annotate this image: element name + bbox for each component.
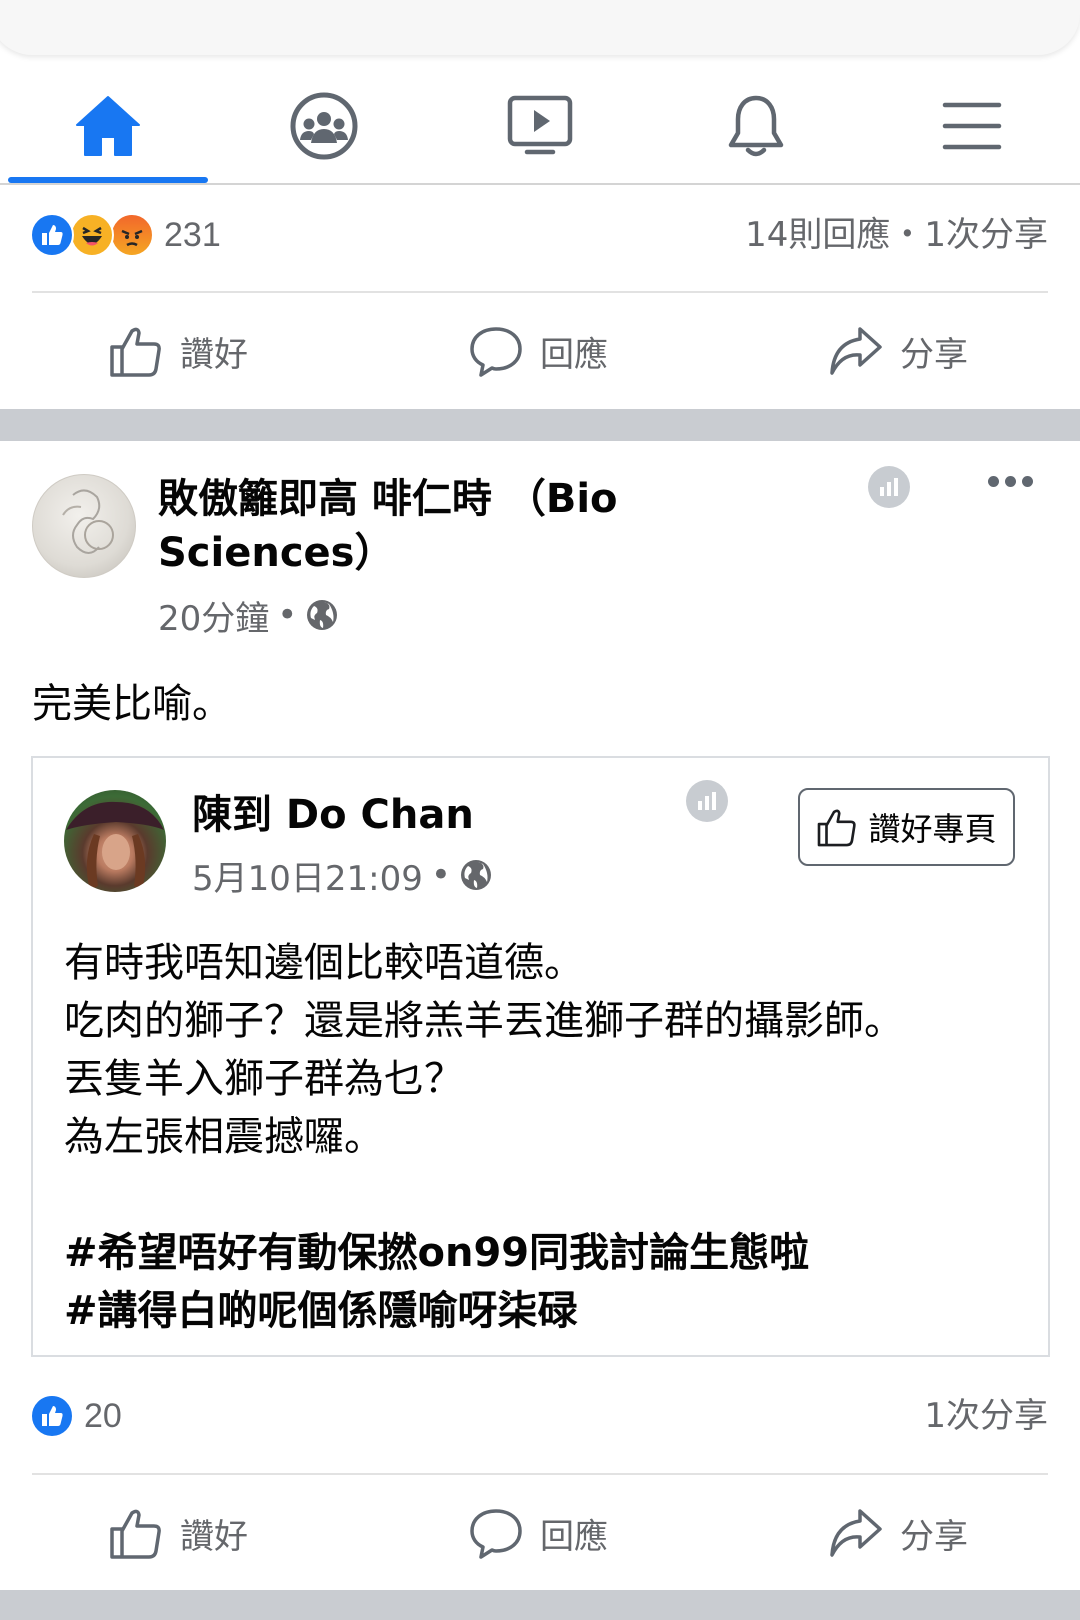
- globe-icon: [307, 600, 338, 630]
- avatar[interactable]: [32, 474, 136, 578]
- comment-button[interactable]: 回應: [468, 296, 608, 406]
- shared-post-meta: 5月10日21:09 •: [192, 850, 493, 900]
- main-nav: [0, 70, 1080, 182]
- divider: [32, 1473, 1048, 1475]
- search-sheet: facebook: [0, 0, 1080, 55]
- post-text: 完美比喻。: [32, 681, 232, 727]
- shares-count[interactable]: 1次分享: [924, 1394, 1048, 1438]
- shared-post-author[interactable]: 陳到 Do Chan: [192, 788, 632, 842]
- thumbs-up-icon: [110, 1509, 161, 1559]
- angry-reaction-icon: [110, 213, 154, 257]
- feed-separator: [0, 409, 1080, 441]
- like-page-button[interactable]: 讚好專頁: [798, 788, 1015, 866]
- top-app-bar: facebook: [0, 0, 1080, 185]
- reaction-summary[interactable]: 20: [30, 1394, 122, 1438]
- feed-separator: [0, 1590, 1080, 1620]
- like-button[interactable]: 讚好: [108, 1478, 248, 1588]
- bell-icon: [728, 95, 784, 157]
- hashtag-link[interactable]: #講得白啲呢個係隱喻呀柒碌: [64, 1282, 1024, 1340]
- like-reaction-icon: [30, 1394, 74, 1438]
- reaction-summary[interactable]: 231: [30, 213, 221, 257]
- shared-author-avatar[interactable]: [64, 790, 166, 892]
- divider: [32, 291, 1048, 293]
- shared-insights-icon[interactable]: [686, 780, 728, 822]
- groups-icon: [290, 92, 358, 160]
- post-stats: 20 1次分享: [0, 1366, 1080, 1466]
- share-button[interactable]: 分享: [828, 296, 968, 406]
- post-actions: 讚好 回應 分享: [0, 1478, 1080, 1588]
- comment-icon: [470, 327, 522, 377]
- share-icon: [830, 327, 882, 375]
- like-button[interactable]: 讚好: [108, 296, 248, 406]
- tab-menu[interactable]: [864, 70, 1080, 182]
- tab-watch[interactable]: [432, 70, 648, 182]
- hashtag-link[interactable]: #希望唔好有動保撚on99同我討論生態啦: [64, 1224, 1024, 1282]
- haha-reaction-icon: [70, 213, 114, 257]
- text-line: 丟隻羊入獅子群為乜？: [64, 1056, 464, 1102]
- shared-post-time[interactable]: 5月10日21:09: [192, 851, 423, 900]
- watch-icon: [507, 95, 573, 155]
- globe-icon: [460, 860, 491, 890]
- insights-icon[interactable]: [868, 466, 910, 508]
- text-line: 為左張相震撼囉。: [64, 1114, 384, 1160]
- menu-icon: [942, 102, 1002, 150]
- thumbs-up-icon: [818, 809, 857, 847]
- like-reaction-icon: [30, 213, 74, 257]
- post-time[interactable]: 20分鐘: [158, 591, 269, 640]
- text-line: 吃肉的獅子？還是將羔羊丟進獅子群的攝影師。: [64, 998, 904, 1044]
- prev-post-actions: 讚好 回應 分享: [0, 296, 1080, 406]
- tab-groups[interactable]: [216, 70, 432, 182]
- reaction-count: 231: [164, 215, 221, 254]
- reaction-count: 20: [84, 1396, 122, 1435]
- home-icon: [76, 96, 140, 156]
- tab-home[interactable]: [0, 70, 216, 182]
- text-line: 有時我唔知邊個比較唔道德。: [64, 940, 584, 986]
- share-button[interactable]: 分享: [828, 1478, 968, 1588]
- share-icon: [830, 1509, 882, 1557]
- post-meta: 20分鐘 •: [158, 590, 339, 640]
- comment-icon: [470, 1509, 522, 1559]
- comment-button[interactable]: 回應: [468, 1478, 608, 1588]
- post-author[interactable]: 敗傲籬即高 啡仁時 （Bio Sciences）: [158, 472, 718, 580]
- more-options-icon[interactable]: [988, 476, 1033, 487]
- tab-notifications[interactable]: [648, 70, 864, 182]
- thumbs-up-icon: [110, 327, 161, 377]
- shared-post-text: 有時我唔知邊個比較唔道德。 吃肉的獅子？還是將羔羊丟進獅子群的攝影師。 丟隻羊入…: [64, 934, 1024, 1340]
- comments-shares-count[interactable]: 14則回應・1次分享: [745, 213, 1048, 257]
- prev-post-stats: 231 14則回應・1次分享: [0, 185, 1080, 285]
